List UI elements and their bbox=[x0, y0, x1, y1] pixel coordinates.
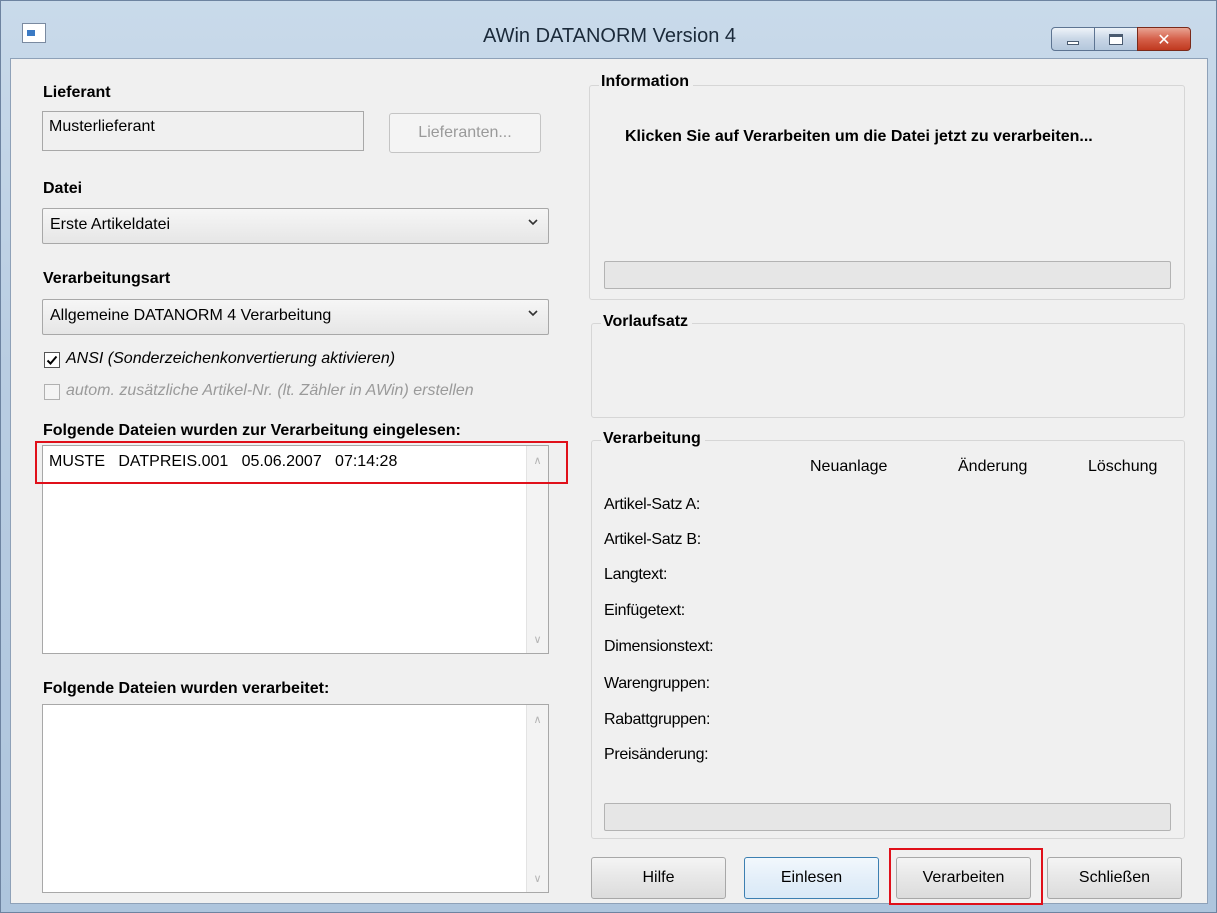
chevron-down-icon bbox=[528, 219, 538, 226]
application-window: AWin DATANORM Version 4 ✕ Lieferant Must… bbox=[0, 0, 1217, 913]
column-aenderung: Änderung bbox=[958, 458, 1028, 475]
verarbeitet-scrollbar[interactable]: ∧ ∨ bbox=[526, 705, 548, 892]
verarbeitung-title: Verarbeitung bbox=[601, 430, 705, 448]
window-title: AWin DATANORM Version 4 bbox=[482, 25, 737, 47]
scroll-down-icon[interactable]: ∨ bbox=[527, 868, 548, 888]
minimize-icon bbox=[1067, 41, 1079, 45]
information-title: Information bbox=[599, 73, 693, 91]
einlesen-button[interactable]: Einlesen bbox=[744, 857, 879, 899]
vorlaufsatz-group bbox=[591, 323, 1185, 418]
chevron-down-icon bbox=[528, 310, 538, 317]
highlight-eingelesen-row bbox=[35, 441, 568, 484]
datei-selected-value: Erste Artikeldatei bbox=[50, 216, 171, 233]
close-button[interactable]: ✕ bbox=[1137, 27, 1191, 51]
ansi-checkbox[interactable] bbox=[44, 352, 60, 368]
row-label-warengruppen: Warengruppen: bbox=[604, 675, 710, 692]
checkmark-icon bbox=[46, 355, 58, 365]
verarbeitet-list[interactable]: ∧ ∨ bbox=[42, 704, 549, 893]
verarbeitung-progress-bar bbox=[604, 803, 1171, 831]
ansi-label[interactable]: ANSI (Sonderzeichenkonvertierung aktivie… bbox=[66, 350, 395, 368]
close-icon: ✕ bbox=[1157, 29, 1171, 49]
datei-label: Datei bbox=[43, 180, 83, 197]
eingelesen-label: Folgende Dateien wurden zur Verarbeitung… bbox=[43, 422, 461, 439]
column-loeschung: Löschung bbox=[1088, 458, 1158, 475]
maximize-button[interactable] bbox=[1094, 27, 1138, 51]
row-label-langtext: Langtext: bbox=[604, 566, 668, 583]
row-label-preisaenderung: Preisänderung: bbox=[604, 746, 709, 763]
row-label-einfuegetext: Einfügetext: bbox=[604, 602, 685, 619]
vorlaufsatz-title: Vorlaufsatz bbox=[601, 313, 693, 331]
artikelnr-checkbox[interactable] bbox=[44, 384, 60, 400]
column-neuanlage: Neuanlage bbox=[810, 458, 888, 475]
information-message: Klicken Sie auf Verarbeiten um die Datei… bbox=[625, 128, 1093, 145]
einlesen-button-label: Einlesen bbox=[780, 869, 843, 886]
lieferanten-button[interactable]: Lieferanten... bbox=[389, 113, 541, 153]
scroll-down-icon[interactable]: ∨ bbox=[527, 629, 548, 649]
verarbeitungsart-select[interactable]: Allgemeine DATANORM 4 Verarbeitung bbox=[42, 299, 549, 335]
maximize-icon bbox=[1109, 33, 1123, 45]
lieferant-value: Musterlieferant bbox=[49, 118, 155, 135]
datei-select[interactable]: Erste Artikeldatei bbox=[42, 208, 549, 244]
minimize-button[interactable] bbox=[1051, 27, 1095, 51]
lieferant-field[interactable]: Musterlieferant bbox=[42, 111, 364, 151]
row-label-rabattgruppen: Rabattgruppen: bbox=[604, 711, 711, 728]
row-label-artikel-satz-b: Artikel-Satz B: bbox=[604, 531, 701, 548]
verarbeitungsart-selected-value: Allgemeine DATANORM 4 Verarbeitung bbox=[50, 307, 332, 324]
dialog-client-area: Lieferant Musterlieferant Lieferanten...… bbox=[10, 58, 1208, 905]
hilfe-button[interactable]: Hilfe bbox=[591, 857, 726, 899]
highlight-verarbeiten-button bbox=[889, 848, 1043, 905]
verarbeitungsart-label: Verarbeitungsart bbox=[43, 270, 171, 287]
artikelnr-label[interactable]: autom. zusätzliche Artikel-Nr. (lt. Zähl… bbox=[66, 382, 474, 400]
row-label-artikel-satz-a: Artikel-Satz A: bbox=[604, 496, 700, 513]
title-bar[interactable]: AWin DATANORM Version 4 ✕ bbox=[1, 1, 1217, 51]
hilfe-button-label: Hilfe bbox=[642, 869, 675, 886]
row-label-dimensionstext: Dimensionstext: bbox=[604, 638, 714, 655]
lieferanten-button-label: Lieferanten... bbox=[418, 124, 512, 141]
verarbeitet-label: Folgende Dateien wurden verarbeitet: bbox=[43, 680, 330, 697]
schliessen-button[interactable]: Schließen bbox=[1047, 857, 1182, 899]
information-progress-bar bbox=[604, 261, 1171, 289]
lieferant-label: Lieferant bbox=[43, 84, 111, 101]
scroll-up-icon[interactable]: ∧ bbox=[527, 709, 548, 729]
schliessen-button-label: Schließen bbox=[1078, 869, 1151, 886]
